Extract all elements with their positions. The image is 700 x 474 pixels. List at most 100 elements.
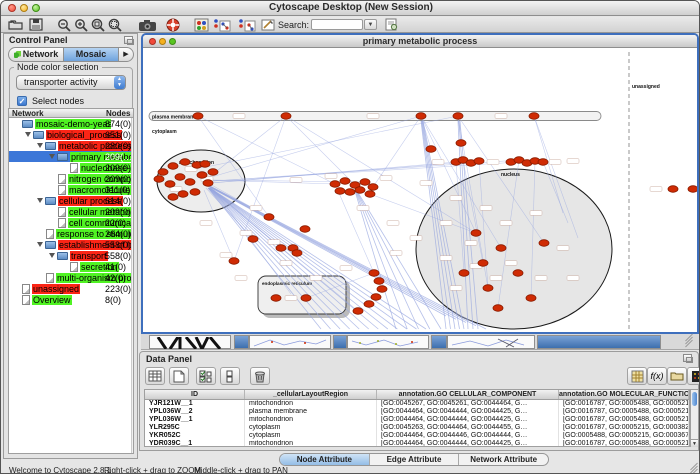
network-node[interactable]	[377, 286, 387, 293]
network-node[interactable]	[175, 174, 185, 181]
network-node[interactable]	[529, 113, 539, 120]
table-cell[interactable]: mitochondrion	[245, 416, 377, 424]
background-window-thumbnail[interactable]	[347, 335, 429, 349]
network-node[interactable]	[360, 179, 370, 186]
column-header-cellular-component[interactable]: annotation.GO CELLULAR_COMPONENT	[377, 390, 559, 399]
function-builder-icon[interactable]: f(x)	[647, 367, 667, 385]
tree-row-label[interactable]: unassigned	[32, 284, 80, 294]
network-node[interactable]	[335, 188, 345, 195]
help-lifesaver-icon[interactable]	[166, 18, 184, 31]
network-node[interactable]	[416, 113, 426, 120]
network-node[interactable]	[459, 270, 469, 277]
network-node[interactable]	[365, 191, 375, 198]
zoom-selected-icon[interactable]	[108, 18, 126, 31]
float-data-panel-icon[interactable]	[683, 354, 692, 362]
tree-row[interactable]: transport558(0)	[9, 250, 133, 261]
network-node[interactable]	[281, 113, 291, 120]
network-view-titlebar[interactable]: primary metabolic process	[143, 35, 697, 48]
expand-triangle-icon[interactable]	[37, 242, 43, 247]
background-window-thumbnail[interactable]	[249, 335, 331, 349]
background-window-titlebar[interactable]	[234, 335, 249, 349]
select-attributes-icon[interactable]	[196, 367, 216, 385]
zoom-fit-icon[interactable]	[91, 18, 109, 31]
network-node[interactable]	[426, 146, 436, 153]
unselect-attributes-icon[interactable]	[220, 367, 240, 385]
network-node[interactable]	[493, 305, 503, 312]
network-node[interactable]	[345, 189, 355, 196]
tree-row[interactable]: biological_process651(0)	[9, 129, 133, 140]
expand-triangle-icon[interactable]	[37, 198, 43, 203]
table-row[interactable]: YPL036W__2plasma membrane[GO:0044464, GO…	[145, 408, 689, 416]
snapshot-camera-icon[interactable]	[138, 18, 156, 31]
background-window-titlebar[interactable]	[333, 335, 347, 349]
network-node[interactable]	[154, 176, 164, 183]
network-node[interactable]	[330, 181, 340, 188]
network-node[interactable]	[513, 270, 523, 277]
network-node[interactable]	[185, 179, 195, 186]
table-cell[interactable]: [GO:0005488, GO:0005215, GO:0003674, G…	[559, 432, 689, 440]
network-node[interactable]	[526, 295, 536, 302]
network-node[interactable]	[168, 163, 178, 170]
table-cell[interactable]: YKR052C	[145, 432, 245, 440]
tree-row[interactable]: cellular metabo209(0)	[9, 206, 133, 217]
search-options-icon[interactable]	[385, 18, 403, 31]
attribute-table[interactable]: ID _cellularLayoutRegion annotation.GO C…	[144, 389, 690, 447]
network-node[interactable]	[165, 181, 175, 188]
network-node[interactable]	[178, 191, 188, 198]
network-node[interactable]	[190, 189, 200, 196]
annotation-icon[interactable]	[261, 18, 279, 31]
tab-overflow-arrow[interactable]: ▶	[119, 48, 133, 61]
float-panel-icon[interactable]	[124, 36, 133, 44]
network-node[interactable]	[292, 250, 302, 257]
expand-triangle-icon[interactable]	[37, 143, 43, 148]
network-node[interactable]	[276, 245, 286, 252]
network-node[interactable]	[301, 295, 311, 302]
tree-row-label[interactable]: transport	[70, 251, 108, 261]
table-cell[interactable]: [GO:0016787, GO:0005215, GO:0003824, G…	[559, 424, 689, 432]
tree-row[interactable]: cellular process614(0)	[9, 195, 133, 206]
table-cell[interactable]: mitochondrion	[245, 400, 377, 408]
table-cell[interactable]: YJR121W__1	[145, 400, 245, 408]
table-cell[interactable]: YLR295C	[145, 424, 245, 432]
table-cell[interactable]: [GO:0016787, GO:0005488, GO:0005215, G…	[559, 416, 689, 424]
table-row[interactable]: YKR052Ccytoplasm[GO:0044464, GO:0044446,…	[145, 432, 689, 440]
delete-attribute-icon[interactable]	[250, 367, 270, 385]
tab-node-attribute-browser[interactable]: Node Attribute Browser	[280, 454, 369, 465]
zoom-in-icon[interactable]	[74, 18, 92, 31]
network-node[interactable]	[203, 180, 213, 187]
network-node[interactable]	[158, 169, 168, 176]
network-node[interactable]	[456, 140, 466, 147]
tree-row-label[interactable]: mosaic-demo-yeast	[35, 119, 111, 129]
network-node[interactable]	[193, 113, 203, 120]
network-node[interactable]	[208, 169, 218, 176]
table-cell[interactable]: [GO:0045267, GO:0045261, GO:0044464, G…	[377, 400, 559, 408]
network-node[interactable]	[483, 285, 493, 292]
expand-triangle-icon[interactable]	[49, 154, 55, 159]
network-node[interactable]	[248, 236, 258, 243]
table-scrollbar[interactable]: ▼	[690, 389, 699, 447]
table-cell[interactable]: YDR039C__1	[145, 440, 245, 447]
network-node[interactable]	[340, 178, 350, 185]
table-cell[interactable]: [GO:0044464, GO:0044444, GO:0044425, G…	[377, 416, 559, 424]
network-node[interactable]	[538, 159, 548, 166]
network-node[interactable]	[180, 159, 190, 166]
tree-row[interactable]: mosaic-demo-yeast874(0)	[9, 118, 133, 129]
network-node[interactable]	[353, 308, 363, 315]
tree-row[interactable]: unassigned223(0)	[9, 283, 133, 294]
network-node[interactable]	[369, 270, 379, 277]
matrix-icon[interactable]	[627, 367, 647, 385]
expand-triangle-icon[interactable]	[49, 253, 55, 258]
table-cell[interactable]: [GO:0016787, GO:0005488, GO:0005215, G…	[559, 440, 689, 447]
tab-network[interactable]: Network	[9, 48, 63, 61]
resize-grip-icon[interactable]	[684, 337, 694, 346]
new-attribute-icon[interactable]	[169, 367, 189, 385]
table-cell[interactable]: [GO:0044464, GO:0044444, GO:0044425, G…	[377, 440, 559, 447]
table-cell[interactable]: [GO:0016787, GO:0005488, GO:0005215, G…	[559, 400, 689, 408]
table-row[interactable]: YPL036W__1mitochondrion[GO:0044464, GO:0…	[145, 416, 689, 424]
tab-mosaic[interactable]: Mosaic	[63, 48, 119, 61]
network-node[interactable]	[368, 184, 378, 191]
network-node[interactable]	[374, 278, 384, 285]
table-cell[interactable]: YPL036W__1	[145, 416, 245, 424]
expand-triangle-icon[interactable]	[25, 132, 31, 137]
table-row[interactable]: YDR039C__1mitochondrion[GO:0044464, GO:0…	[145, 440, 689, 447]
